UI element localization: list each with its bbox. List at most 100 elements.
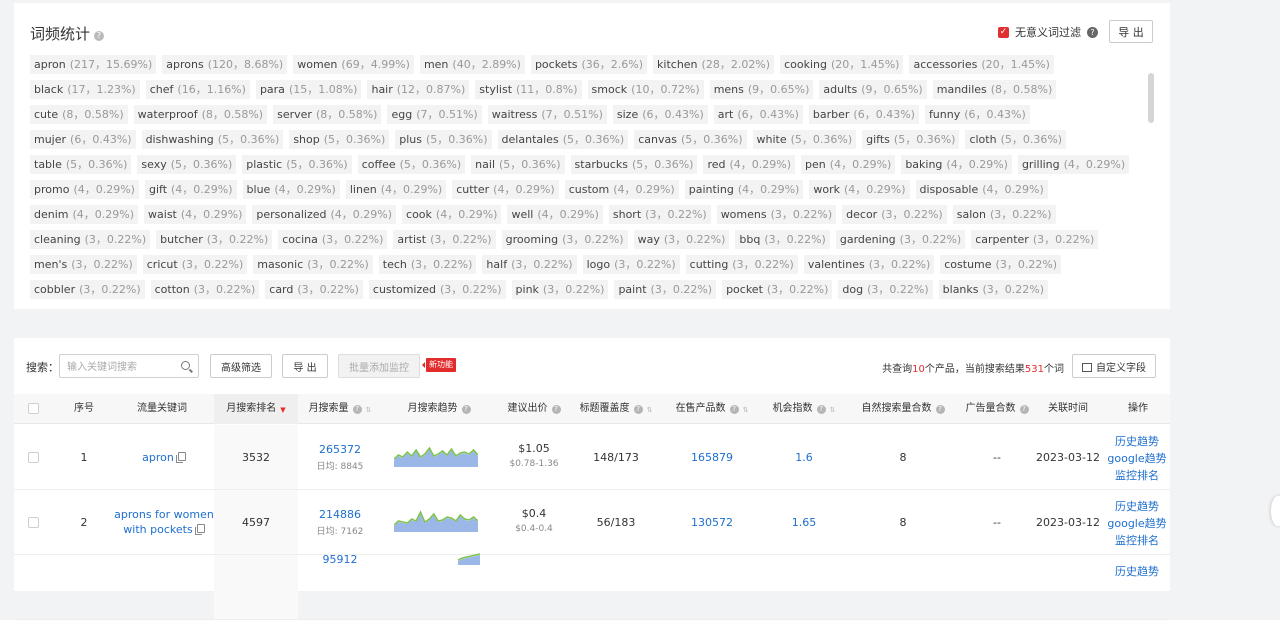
word-tag[interactable]: half (3，0.22%) — [482, 255, 577, 274]
word-tag[interactable]: gardening (3，0.22%) — [835, 230, 966, 249]
word-tag[interactable]: grilling (4，0.29%) — [1017, 155, 1130, 174]
word-tag[interactable]: red (4，0.29%) — [703, 155, 796, 174]
help-icon[interactable]: ? — [935, 405, 945, 414]
search-volume[interactable]: 214886 — [298, 508, 382, 521]
word-tag[interactable]: starbucks (5，0.36%) — [570, 155, 698, 174]
word-tag[interactable]: men (40，2.89%) — [419, 55, 525, 74]
word-tag[interactable]: barber (6，0.43%) — [808, 105, 919, 124]
opportunity-index[interactable]: 1.6 — [766, 451, 842, 464]
select-all-checkbox[interactable] — [28, 403, 39, 414]
word-tag[interactable]: pen (4，0.29%) — [801, 155, 896, 174]
word-tag[interactable]: egg (7，0.51%) — [387, 105, 482, 124]
word-tag[interactable]: painting (4，0.29%) — [684, 180, 804, 199]
help-icon[interactable]: ? — [633, 405, 643, 414]
history-trend-link[interactable]: 历史趋势 — [1102, 498, 1172, 515]
word-tag[interactable]: work (4，0.29%) — [809, 180, 910, 199]
google-trend-link[interactable]: google趋势 — [1102, 450, 1172, 467]
word-tag[interactable]: women (69，4.99%) — [293, 55, 414, 74]
word-tag[interactable]: white (5，0.36%) — [752, 130, 857, 149]
word-tag[interactable]: cobbler (3，0.22%) — [30, 280, 145, 299]
word-tag[interactable]: mandiles (8，0.58%) — [932, 80, 1057, 99]
opportunity-index[interactable]: 1.65 — [766, 516, 842, 529]
word-tag[interactable]: costume (3，0.22%) — [940, 255, 1062, 274]
word-tag[interactable]: cutter (4，0.29%) — [452, 180, 559, 199]
search-box[interactable] — [59, 354, 199, 379]
word-tag[interactable]: waitress (7，0.51%) — [487, 105, 607, 124]
word-tag[interactable]: stylist (11，0.8%) — [475, 80, 582, 99]
word-tag[interactable]: cleaning (3，0.22%) — [30, 230, 151, 249]
word-tag[interactable]: valentines (3，0.22%) — [803, 255, 935, 274]
word-tag[interactable]: grooming (3，0.22%) — [501, 230, 628, 249]
trend-sparkline[interactable] — [394, 445, 478, 467]
monitor-rank-link[interactable]: 监控排名 — [1102, 532, 1172, 549]
word-tag[interactable]: delantales (5，0.36%) — [497, 130, 629, 149]
col-opportunity[interactable]: 机会指数? ⇅ — [766, 394, 842, 424]
keyword-line2[interactable]: with pockets — [123, 523, 192, 536]
word-tag[interactable]: coffee (5，0.36%) — [357, 155, 466, 174]
word-tag[interactable]: cricut (3，0.22%) — [142, 255, 248, 274]
word-tag[interactable]: baking (4，0.29%) — [901, 155, 1012, 174]
word-tag[interactable]: paint (3，0.22%) — [614, 280, 717, 299]
word-tag[interactable]: art (6，0.43%) — [713, 105, 803, 124]
help-icon[interactable]: ? — [94, 31, 105, 41]
word-tag[interactable]: accessories (20，1.45%) — [909, 55, 1054, 74]
word-tag[interactable]: logo (3，0.22%) — [582, 255, 680, 274]
word-tag[interactable]: hair (12，0.87%) — [367, 80, 470, 99]
keyword-line1[interactable]: aprons for women — [114, 508, 214, 521]
word-tag[interactable]: waist (4，0.29%) — [144, 205, 247, 224]
search-volume[interactable]: 95912 — [298, 553, 382, 566]
word-tag[interactable]: cutting (3，0.22%) — [685, 255, 798, 274]
word-tag[interactable]: personalized (4，0.29%) — [252, 205, 397, 224]
word-tag[interactable]: kitchen (28，2.02%) — [653, 55, 775, 74]
col-title-cover[interactable]: 标题覆盖度? ⇅ — [574, 394, 658, 424]
word-tag[interactable]: mujer (6，0.43%) — [30, 130, 136, 149]
word-tag[interactable]: decor (3，0.22%) — [842, 205, 947, 224]
word-tag[interactable]: plastic (5，0.36%) — [242, 155, 352, 174]
trend-sparkline[interactable] — [458, 543, 480, 565]
word-tag[interactable]: para (15，1.08%) — [255, 80, 362, 99]
word-tag[interactable]: waterproof (8，0.58%) — [133, 105, 268, 124]
col-products[interactable]: 在售产品数? ⇅ — [670, 394, 754, 424]
help-icon[interactable]: ? — [1019, 405, 1029, 414]
sort-icon[interactable]: ⇅ — [830, 407, 836, 414]
scrollbar-thumb[interactable] — [1148, 73, 1154, 123]
table-row[interactable]: 1 apron 3532 265372 日均: 8845 $1.05 $0.78-1.36 1… — [14, 425, 1170, 490]
word-tag[interactable]: funny (6，0.43%) — [924, 105, 1030, 124]
history-trend-link[interactable]: 历史趋势 — [1102, 433, 1172, 450]
word-tag[interactable]: black (17，1.23%) — [30, 80, 140, 99]
word-tag[interactable]: masonic (3，0.22%) — [253, 255, 373, 274]
word-tag[interactable]: artist (3，0.22%) — [393, 230, 496, 249]
table-row[interactable]: 2 aprons for women with pockets 4597 214886 日… — [14, 490, 1170, 555]
word-tag[interactable]: sexy (5，0.36%) — [137, 155, 237, 174]
word-tag[interactable]: carpenter (3，0.22%) — [971, 230, 1099, 249]
export-button[interactable]: 导 出 — [282, 354, 328, 378]
product-count[interactable]: 165879 — [670, 451, 754, 464]
word-tag[interactable]: dishwashing (5，0.36%) — [141, 130, 284, 149]
word-tag[interactable]: pink (3，0.22%) — [511, 280, 609, 299]
word-tag[interactable]: table (5，0.36%) — [30, 155, 132, 174]
history-trend-link[interactable]: 历史趋势 — [1102, 563, 1172, 580]
word-tag[interactable]: canvas (5，0.36%) — [634, 130, 747, 149]
word-tag[interactable]: mens (9，0.65%) — [709, 80, 814, 99]
word-tag[interactable]: shop (5，0.36%) — [289, 130, 390, 149]
word-tag[interactable]: butcher (3，0.22%) — [156, 230, 273, 249]
meaningless-word-filter[interactable]: ✓ 无意义词过滤 ? — [998, 24, 1098, 40]
row-checkbox[interactable] — [28, 452, 39, 463]
sort-desc-icon[interactable]: ▼ — [280, 407, 285, 414]
word-tag[interactable]: dog (3，0.22%) — [838, 280, 933, 299]
word-tag[interactable]: gift (4，0.29%) — [144, 180, 237, 199]
table-row[interactable]: 95912 历史趋势 — [14, 553, 1172, 620]
word-tag[interactable]: disposable (4，0.29%) — [915, 180, 1048, 199]
word-tag[interactable]: size (6，0.43%) — [612, 105, 708, 124]
copy-icon[interactable] — [175, 452, 186, 463]
word-tag[interactable]: men's (3，0.22%) — [30, 255, 137, 274]
keyword-link[interactable]: aprons for women with pockets — [114, 507, 214, 537]
help-icon[interactable]: ? — [461, 405, 471, 414]
word-tag[interactable]: adults (9，0.65%) — [819, 80, 927, 99]
word-tag[interactable]: well (4，0.29%) — [507, 205, 603, 224]
word-tag[interactable]: cute (8，0.58%) — [30, 105, 128, 124]
word-tag[interactable]: custom (4，0.29%) — [564, 180, 679, 199]
keyword-link[interactable]: apron — [114, 451, 214, 464]
advanced-filter-button[interactable]: 高级筛选 — [210, 354, 272, 378]
col-rank[interactable]: 月搜索排名 ▼ — [214, 394, 298, 424]
